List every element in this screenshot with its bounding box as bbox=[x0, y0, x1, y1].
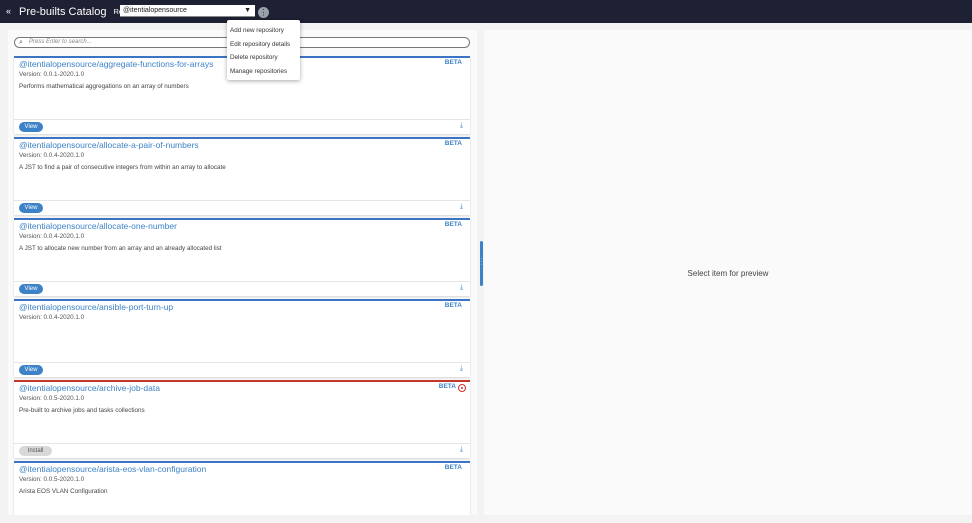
view-button[interactable]: View bbox=[19, 365, 43, 375]
card-name[interactable]: @itentialopensource/aggregate-functions-… bbox=[19, 59, 213, 69]
catalog-card[interactable]: @itentialopensource/arista-eos-vlan-conf… bbox=[14, 461, 470, 515]
beta-badge: BETA bbox=[444, 221, 462, 228]
download-icon[interactable]: ⤓ bbox=[460, 365, 463, 373]
card-footer-divider bbox=[14, 200, 470, 201]
card-name[interactable]: @itentialopensource/allocate-one-number bbox=[19, 221, 177, 231]
install-button[interactable]: Install bbox=[19, 446, 52, 456]
target-icon bbox=[458, 384, 466, 392]
card-name[interactable]: @itentialopensource/arista-eos-vlan-conf… bbox=[19, 464, 206, 474]
repository-menu: Add new repository Edit repository detai… bbox=[227, 20, 300, 80]
card-version: Version: 0.0.4-2020.1.0 bbox=[19, 233, 85, 240]
beta-badge: BETA bbox=[444, 464, 462, 471]
card-name[interactable]: @itentialopensource/allocate-a-pair-of-n… bbox=[19, 140, 199, 150]
beta-badge: BETA bbox=[444, 140, 462, 147]
catalog-card[interactable]: @itentialopensource/allocate-a-pair-of-n… bbox=[14, 137, 470, 215]
card-description: Arista EOS VLAN Configuration bbox=[19, 488, 108, 495]
download-icon[interactable]: ⤓ bbox=[460, 284, 463, 292]
card-footer-divider bbox=[14, 119, 470, 120]
menu-item-edit-repository[interactable]: Edit repository details bbox=[227, 39, 300, 53]
card-version: Version: 0.0.1-2020.1.0 bbox=[19, 71, 85, 78]
download-icon[interactable]: ⤓ bbox=[460, 122, 463, 130]
download-icon[interactable]: ⤓ bbox=[460, 203, 463, 211]
card-name[interactable]: @itentialopensource/ansible-port-turn-up bbox=[19, 302, 173, 312]
beta-badge: BETA bbox=[444, 302, 462, 309]
card-description: A JST to allocate new number from an arr… bbox=[19, 245, 222, 252]
card-description: A JST to find a pair of consecutive inte… bbox=[19, 164, 226, 171]
card-footer-divider bbox=[14, 362, 470, 363]
catalog-card[interactable]: @itentialopensource/allocate-one-number … bbox=[14, 218, 470, 296]
card-version: Version: 0.0.5-2020.1.0 bbox=[19, 395, 85, 402]
card-description: Pre-built to archive jobs and tasks coll… bbox=[19, 407, 145, 414]
beta-badge: BETA bbox=[444, 59, 462, 66]
card-version: Version: 0.0.4-2020.1.0 bbox=[19, 314, 85, 321]
card-name[interactable]: @itentialopensource/archive-job-data bbox=[19, 383, 160, 393]
card-version: Version: 0.0.4-2020.1.0 bbox=[19, 152, 85, 159]
catalog-card[interactable]: @itentialopensource/ansible-port-turn-up… bbox=[14, 299, 470, 377]
catalog-list-panel: ⌕ Press Enter to search... @itentialopen… bbox=[8, 30, 477, 515]
card-footer-divider bbox=[14, 281, 470, 282]
card-version: Version: 0.0.5-2020.1.0 bbox=[19, 476, 85, 483]
download-icon[interactable]: ⤓ bbox=[460, 446, 463, 454]
page-title: Pre-builts Catalog bbox=[19, 5, 107, 18]
card-description: Performs mathematical aggregations on an… bbox=[19, 83, 189, 90]
preview-panel: Select item for preview bbox=[484, 30, 972, 515]
search-icon: ⌕ bbox=[19, 39, 23, 46]
chevron-down-icon: ▼ bbox=[244, 7, 251, 14]
menu-item-manage-repositories[interactable]: Manage repositories bbox=[227, 66, 300, 80]
drag-handle-dots-icon: · · · bbox=[480, 256, 483, 268]
view-button[interactable]: View bbox=[19, 203, 43, 213]
collapse-icon[interactable]: « bbox=[6, 7, 16, 16]
repository-select-value: @itentialopensource bbox=[123, 7, 187, 14]
card-footer-divider bbox=[14, 443, 470, 444]
catalog-card[interactable]: @itentialopensource/archive-job-data BET… bbox=[14, 380, 470, 458]
more-options-icon[interactable]: ⋮ bbox=[258, 7, 269, 18]
menu-item-add-repository[interactable]: Add new repository bbox=[227, 25, 300, 39]
preview-empty-text: Select item for preview bbox=[687, 269, 769, 278]
repository-select[interactable]: @itentialopensource ▼ bbox=[120, 5, 255, 17]
menu-item-delete-repository[interactable]: Delete repository bbox=[227, 52, 300, 66]
beta-badge: BETA bbox=[438, 383, 456, 390]
search-placeholder: Press Enter to search... bbox=[29, 39, 92, 45]
view-button[interactable]: View bbox=[19, 284, 43, 294]
view-button[interactable]: View bbox=[19, 122, 43, 132]
